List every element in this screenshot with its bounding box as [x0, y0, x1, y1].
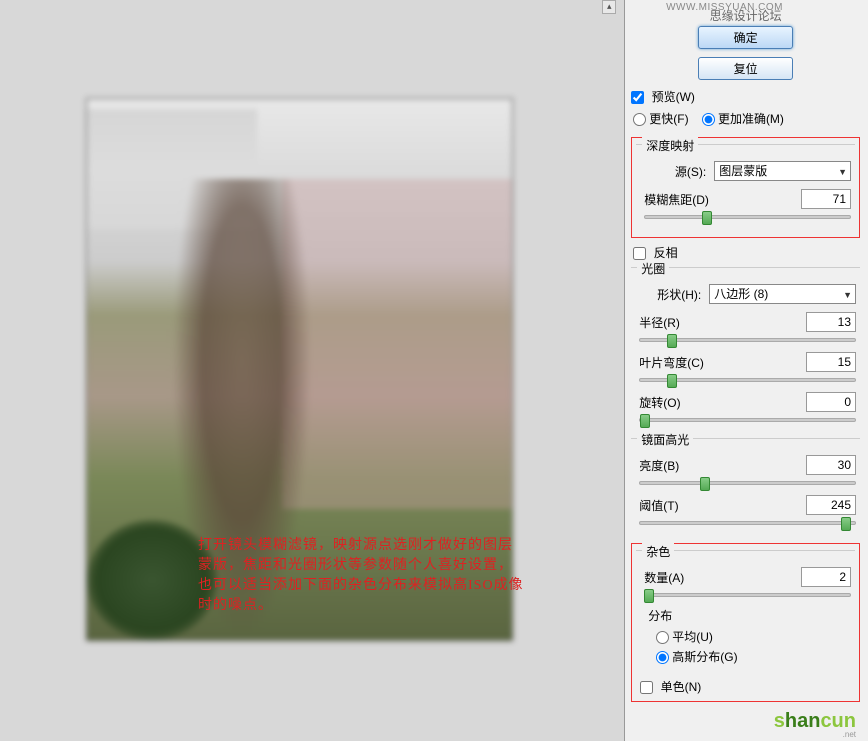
focus-slider[interactable]: [644, 215, 851, 219]
brightness-slider[interactable]: [639, 481, 856, 485]
curvature-input[interactable]: [806, 352, 856, 372]
distribution-title: 分布: [648, 607, 851, 624]
reset-button[interactable]: 复位: [698, 57, 793, 80]
rotation-slider[interactable]: [639, 418, 856, 422]
uniform-radio[interactable]: [656, 631, 669, 644]
settings-panel: WWW.MISSYUAN.COM 思缘设计论坛 确定 复位 预览(W) 更快(F…: [624, 0, 868, 741]
shape-label: 形状(H):: [639, 286, 701, 303]
radius-label: 半径(R): [639, 314, 680, 331]
mono-label: 单色(N): [661, 680, 702, 694]
radius-slider[interactable]: [639, 338, 856, 342]
annotation-text: 打开镜头模糊滤镜，映射源点选刚才做好的图层 蒙版，焦距和光圈形状等参数随个人喜好…: [198, 536, 524, 616]
invert-checkbox[interactable]: [633, 247, 646, 260]
rotation-input[interactable]: [806, 392, 856, 412]
brightness-input[interactable]: [806, 455, 856, 475]
amount-slider[interactable]: [644, 593, 851, 597]
shape-dropdown[interactable]: 八边形 (8): [709, 284, 856, 304]
noise-title: 杂色: [642, 543, 674, 560]
confirm-button[interactable]: 确定: [698, 26, 793, 49]
brightness-label: 亮度(B): [639, 457, 679, 474]
mono-checkbox[interactable]: [640, 681, 653, 694]
faster-radio[interactable]: [633, 113, 646, 126]
faster-label: 更快(F): [649, 112, 688, 126]
accurate-label: 更加准确(M): [718, 112, 784, 126]
gaussian-radio[interactable]: [656, 651, 669, 664]
source-label: 源(S):: [644, 163, 706, 180]
amount-label: 数量(A): [644, 569, 684, 586]
specular-title: 镜面高光: [637, 431, 693, 448]
rotation-label: 旋转(O): [639, 394, 680, 411]
preview-checkbox[interactable]: [631, 91, 644, 104]
uniform-label: 平均(U): [672, 630, 713, 644]
amount-input[interactable]: [801, 567, 851, 587]
invert-label: 反相: [654, 246, 678, 260]
threshold-slider[interactable]: [639, 521, 856, 525]
logo-sub: .net: [843, 730, 856, 739]
gaussian-label: 高斯分布(G): [672, 650, 737, 664]
focus-label: 模糊焦距(D): [644, 191, 709, 208]
depth-map-title: 深度映射: [642, 137, 698, 154]
curvature-label: 叶片弯度(C): [639, 354, 704, 371]
depth-map-highlight: 深度映射 源(S): 图层蒙版 模糊焦距(D): [631, 137, 860, 238]
iris-title: 光圈: [637, 260, 669, 277]
scroll-up-arrow[interactable]: ▴: [602, 0, 616, 14]
accurate-radio[interactable]: [702, 113, 715, 126]
curvature-slider[interactable]: [639, 378, 856, 382]
threshold-label: 阈值(T): [639, 497, 678, 514]
noise-highlight: 杂色 数量(A) 分布 平均(U) 高斯分布(G) 单色(N): [631, 543, 860, 702]
watermark: WWW.MISSYUAN.COM: [666, 2, 783, 13]
canvas-area: ▴ 打开镜头模糊滤镜，映射源点选刚才做好的图层 蒙版，焦距和光圈形状等参数随个人…: [0, 0, 624, 741]
focus-input[interactable]: [801, 189, 851, 209]
source-dropdown[interactable]: 图层蒙版: [714, 161, 851, 181]
radius-input[interactable]: [806, 312, 856, 332]
threshold-input[interactable]: [806, 495, 856, 515]
preview-label: 预览(W): [652, 90, 695, 104]
